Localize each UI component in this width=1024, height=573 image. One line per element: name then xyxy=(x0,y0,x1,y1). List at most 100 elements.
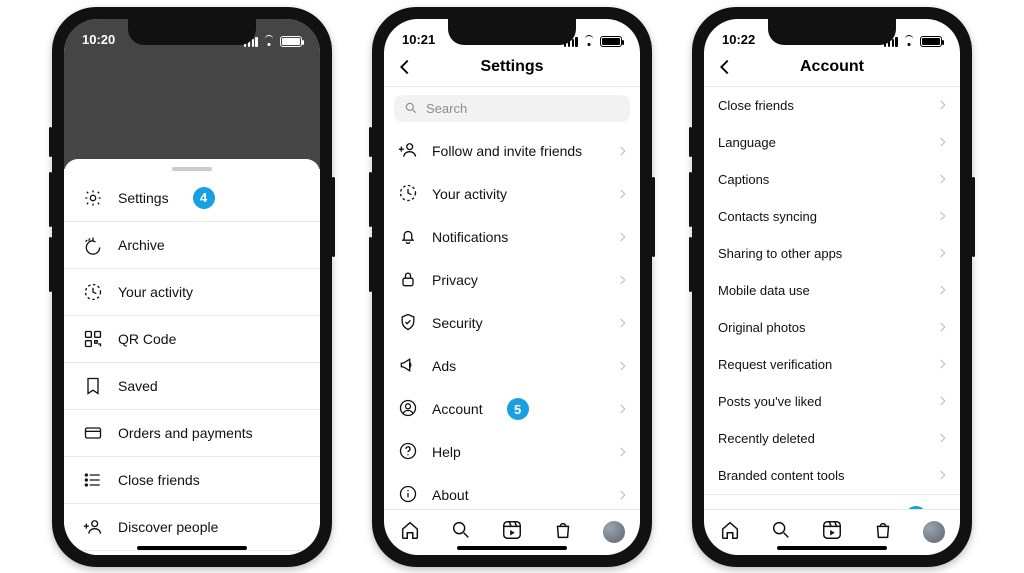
home-indicator[interactable] xyxy=(777,546,887,550)
chevron-right-icon xyxy=(936,246,950,260)
back-button[interactable] xyxy=(394,56,416,78)
setting-help[interactable]: Help xyxy=(384,431,640,474)
menu-label: Saved xyxy=(118,378,158,394)
chevron-right-icon xyxy=(616,230,630,244)
menu-label: Your activity xyxy=(118,284,193,300)
tab-reels[interactable] xyxy=(501,519,523,546)
menu-label: Close friends xyxy=(118,472,200,488)
chevron-right-icon xyxy=(616,359,630,373)
tab-shop[interactable] xyxy=(552,519,574,546)
account-row[interactable]: Captions xyxy=(704,161,960,198)
setting-addperson[interactable]: Follow and invite friends xyxy=(384,130,640,173)
chevron-right-icon xyxy=(616,445,630,459)
bell-icon xyxy=(398,226,418,249)
account-row[interactable]: Branded content tools xyxy=(704,457,960,494)
setting-label: Follow and invite friends xyxy=(432,143,582,159)
account-row[interactable]: Mobile data use xyxy=(704,272,960,309)
chevron-right-icon xyxy=(616,144,630,158)
chevron-right-icon xyxy=(936,135,950,149)
menu-covid[interactable]: COVID-19 Information Centre xyxy=(64,551,320,555)
account-link[interactable]: Switch to Professional account6 xyxy=(704,495,960,509)
account-row[interactable]: Recently deleted xyxy=(704,420,960,457)
menu-activity[interactable]: Your activity xyxy=(64,269,320,316)
menu-card[interactable]: Orders and payments xyxy=(64,410,320,457)
back-button[interactable] xyxy=(714,56,736,78)
chevron-right-icon xyxy=(616,273,630,287)
menu-addperson[interactable]: Discover people xyxy=(64,504,320,551)
sheet-grabber[interactable] xyxy=(172,167,212,171)
setting-info[interactable]: About xyxy=(384,474,640,509)
addperson-icon xyxy=(82,516,104,538)
account-label: Captions xyxy=(718,172,769,187)
menu-label: Settings xyxy=(118,190,169,206)
home-indicator[interactable] xyxy=(457,546,567,550)
menu-archive[interactable]: Archive xyxy=(64,222,320,269)
menu-label: Discover people xyxy=(118,519,218,535)
chevron-right-icon xyxy=(616,488,630,502)
activity-icon xyxy=(82,281,104,303)
setting-label: Privacy xyxy=(432,272,478,288)
setting-ads[interactable]: Ads xyxy=(384,345,640,388)
setting-lock[interactable]: Privacy xyxy=(384,259,640,302)
tab-profile[interactable] xyxy=(603,521,625,543)
home-indicator[interactable] xyxy=(137,546,247,550)
tab-search[interactable] xyxy=(450,519,472,546)
account-label: Original photos xyxy=(718,320,805,335)
page-title: Account xyxy=(800,58,864,76)
chevron-right-icon xyxy=(936,468,950,482)
profile-bottom-sheet: Settings 4 Archive Your activity QR Code Save… xyxy=(64,159,320,555)
setting-account[interactable]: Account5 xyxy=(384,388,640,431)
info-icon xyxy=(398,484,418,507)
account-label: Mobile data use xyxy=(718,283,810,298)
phone-1: 10:20 Settings4ArchiveYour activityQR Co… xyxy=(52,7,332,567)
menu-list[interactable]: Close friends xyxy=(64,457,320,504)
chevron-right-icon xyxy=(936,172,950,186)
tab-home[interactable] xyxy=(719,519,741,546)
list-icon xyxy=(82,469,104,491)
tab-shop[interactable] xyxy=(872,519,894,546)
chevron-right-icon xyxy=(936,209,950,223)
account-label: Sharing to other apps xyxy=(718,246,842,261)
account-label: Request verification xyxy=(718,357,832,372)
bookmark-icon xyxy=(82,375,104,397)
chevron-right-icon xyxy=(936,357,950,371)
account-row[interactable]: Sharing to other apps xyxy=(704,235,960,272)
setting-shield[interactable]: Security xyxy=(384,302,640,345)
step-badge: 5 xyxy=(507,398,529,420)
search-placeholder: Search xyxy=(426,101,467,116)
step-badge: 4 xyxy=(193,187,215,209)
tab-home[interactable] xyxy=(399,519,421,546)
activity-icon xyxy=(398,183,418,206)
qr-icon xyxy=(82,328,104,350)
account-label: Contacts syncing xyxy=(718,209,817,224)
account-row[interactable]: Original photos xyxy=(704,309,960,346)
setting-label: Notifications xyxy=(432,229,508,245)
shield-icon xyxy=(398,312,418,335)
menu-gear[interactable]: Settings 4 xyxy=(64,175,320,222)
page-title: Settings xyxy=(480,58,543,76)
chevron-right-icon xyxy=(936,431,950,445)
tab-reels[interactable] xyxy=(821,519,843,546)
lock-icon xyxy=(398,269,418,292)
tab-profile[interactable] xyxy=(923,521,945,543)
search-input[interactable]: Search xyxy=(394,95,630,122)
account-label: Branded content tools xyxy=(718,468,844,483)
account-row[interactable]: Language xyxy=(704,124,960,161)
status-time: 10:21 xyxy=(402,32,435,47)
setting-activity[interactable]: Your activity xyxy=(384,173,640,216)
account-row[interactable]: Request verification xyxy=(704,346,960,383)
ads-icon xyxy=(398,355,418,378)
chevron-right-icon xyxy=(936,98,950,112)
menu-bookmark[interactable]: Saved xyxy=(64,363,320,410)
menu-qr[interactable]: QR Code xyxy=(64,316,320,363)
account-label: Recently deleted xyxy=(718,431,815,446)
account-row[interactable]: Contacts syncing xyxy=(704,198,960,235)
chevron-right-icon xyxy=(936,394,950,408)
tab-search[interactable] xyxy=(770,519,792,546)
chevron-right-icon xyxy=(616,316,630,330)
setting-bell[interactable]: Notifications xyxy=(384,216,640,259)
account-row[interactable]: Posts you've liked xyxy=(704,383,960,420)
setting-label: Your activity xyxy=(432,186,507,202)
setting-label: About xyxy=(432,487,469,503)
account-row[interactable]: Close friends xyxy=(704,87,960,124)
